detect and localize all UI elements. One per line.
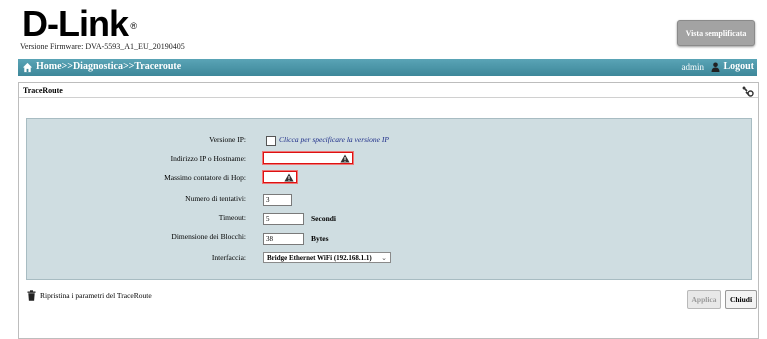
registered-mark: ® bbox=[130, 21, 137, 31]
logo-text: D-Link bbox=[22, 3, 129, 44]
warning-icon bbox=[340, 154, 350, 163]
logout-label: Logout bbox=[723, 61, 754, 72]
dlink-logo: D-Link ® bbox=[22, 3, 137, 44]
ip-version-checkbox-text[interactable]: Clicca per specificare la versione IP bbox=[279, 135, 389, 144]
home-icon[interactable] bbox=[22, 62, 33, 73]
block-size-unit: Bytes bbox=[311, 234, 329, 243]
reset-traceroute-button[interactable]: Ripristina i parametri del TraceRoute bbox=[27, 290, 152, 301]
ip-version-label: Versione IP: bbox=[209, 135, 246, 144]
breadcrumb[interactable]: Home>>Diagnostica>>Traceroute bbox=[36, 61, 181, 72]
panel-title: TraceRoute bbox=[23, 86, 63, 95]
interface-select[interactable]: Bridge Ethernet WiFi (192.168.1.1) ⌄ bbox=[263, 252, 391, 263]
chevron-down-icon: ⌄ bbox=[381, 254, 387, 262]
simplified-view-button[interactable]: Vista semplificata bbox=[677, 20, 755, 46]
warning-icon bbox=[284, 173, 294, 182]
timeout-label: Timeout: bbox=[218, 213, 246, 222]
interface-selected: Bridge Ethernet WiFi (192.168.1.1) bbox=[267, 254, 372, 262]
tools-icon[interactable] bbox=[742, 86, 754, 97]
block-size-input[interactable]: 38 bbox=[263, 233, 304, 245]
timeout-input[interactable]: 5 bbox=[263, 213, 304, 225]
block-size-label: Dimensione dei Blocchi: bbox=[171, 232, 246, 241]
logout-button[interactable]: Logout bbox=[711, 61, 754, 72]
interface-label: Interfaccia: bbox=[211, 253, 246, 262]
traceroute-form: Versione IP: Clicca per specificare la v… bbox=[26, 118, 752, 280]
user-icon bbox=[711, 62, 720, 72]
apply-button[interactable]: Applica bbox=[687, 290, 721, 309]
max-hop-label: Massimo contatore di Hop: bbox=[164, 173, 246, 182]
trash-icon bbox=[27, 290, 36, 301]
firmware-version: Versione Firmware: DVA-5593_A1_EU_201904… bbox=[20, 42, 185, 51]
username: admin bbox=[681, 62, 705, 72]
panel-divider bbox=[19, 97, 758, 98]
close-button[interactable]: Chiudi bbox=[725, 290, 757, 309]
attempts-label: Numero di tentativi: bbox=[185, 194, 246, 203]
host-label: Indirizzo IP o Hostname: bbox=[170, 154, 246, 163]
reset-label: Ripristina i parametri del TraceRoute bbox=[40, 291, 152, 300]
ip-version-checkbox[interactable] bbox=[266, 136, 276, 146]
timeout-unit: Secondi bbox=[311, 214, 337, 223]
traceroute-panel: TraceRoute Versione IP: Clicca per speci… bbox=[18, 82, 759, 339]
attempts-input[interactable]: 3 bbox=[263, 194, 292, 206]
nav-bar: Home>>Diagnostica>>Traceroute admin Logo… bbox=[18, 59, 757, 76]
